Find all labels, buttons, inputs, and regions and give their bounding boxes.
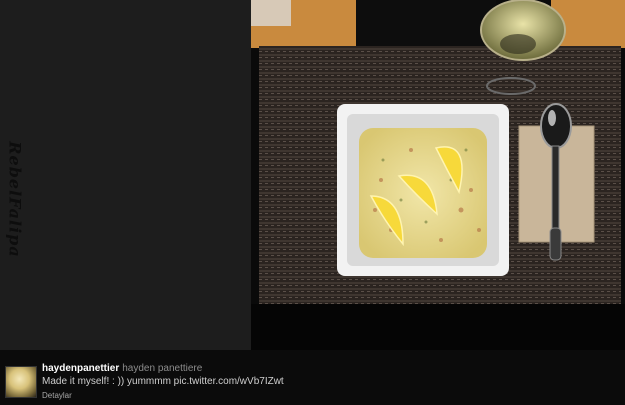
avatar[interactable]	[5, 366, 37, 398]
details-link[interactable]: Detaylar	[42, 391, 72, 400]
tweet-username[interactable]: haydenpanettier	[42, 363, 119, 374]
tweet-photo[interactable]	[251, 0, 625, 350]
left-panel: RebelFalipa	[0, 0, 251, 350]
soup-photo-graphic	[251, 0, 625, 350]
watermark-signature: RebelFalipa	[5, 141, 25, 258]
tweet-fullname[interactable]: hayden panettiere	[122, 363, 202, 374]
tweet-text: Made it myself! : )) yummmm pic.twitter.…	[42, 376, 284, 387]
tweet-user-line: haydenpanettier hayden panettiere	[42, 363, 202, 374]
